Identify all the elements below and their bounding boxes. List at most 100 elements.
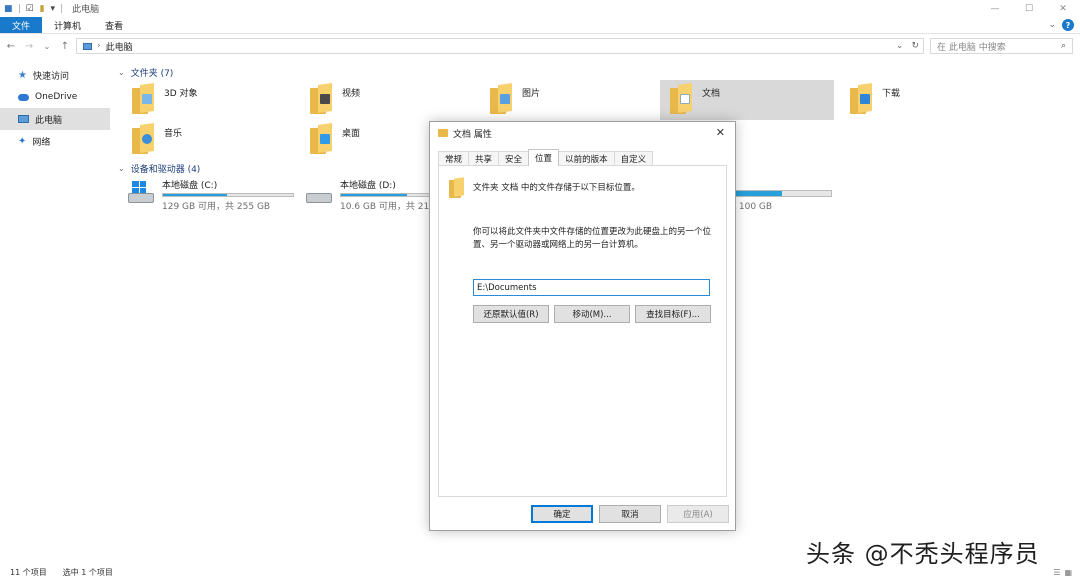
- tab-location[interactable]: 位置: [528, 149, 560, 166]
- drive-c[interactable]: 本地磁盘 (C:) 129 GB 可用，共 255 GB: [120, 178, 300, 212]
- dialog-tabs: 常规 共享 安全 位置 以前的版本 自定义: [438, 149, 654, 166]
- tab-sharing[interactable]: 共享: [468, 151, 500, 166]
- documents-folder-icon: [670, 83, 694, 114]
- window-title: 此电脑: [72, 5, 100, 15]
- folder-3d-objects[interactable]: 3D 对象: [122, 80, 296, 120]
- maximize-button[interactable]: ☐: [1012, 0, 1046, 17]
- tab-file[interactable]: 文件: [0, 17, 43, 33]
- forward-button[interactable]: →: [22, 41, 36, 52]
- expand-ribbon-icon[interactable]: ⌄: [1048, 20, 1056, 30]
- folder-3d-icon: [132, 83, 156, 114]
- address-tail: ⌄ ↻: [896, 41, 919, 51]
- window-controls: — ☐ ✕: [978, 0, 1080, 17]
- target-path-input[interactable]: E:\Documents: [473, 279, 710, 296]
- details-view-icon[interactable]: ☰: [1053, 568, 1060, 577]
- breadcrumb-this-pc[interactable]: 此电脑: [106, 40, 133, 53]
- ribbon-tabs: 文件 计算机 查看 ⌄ ?: [0, 17, 1080, 34]
- downloads-folder-icon: [850, 83, 874, 114]
- selected-count: 选中 1 个项目: [62, 567, 113, 577]
- qat-separator: [18, 4, 20, 13]
- help-icon[interactable]: ?: [1062, 19, 1074, 31]
- windows-drive-icon: [128, 181, 154, 207]
- nav-item-label: OneDrive: [35, 92, 78, 102]
- address-bar[interactable]: › 此电脑 ⌄ ↻: [76, 38, 924, 54]
- video-folder-icon: [310, 83, 334, 114]
- folder-name: 桌面: [342, 129, 361, 139]
- minimize-button[interactable]: —: [978, 0, 1012, 17]
- tab-computer[interactable]: 计算机: [42, 17, 93, 33]
- tab-general[interactable]: 常规: [438, 151, 470, 166]
- dialog-close-button[interactable]: ✕: [716, 126, 725, 139]
- navigation-pane: ★ 快速访问 OneDrive 此电脑 ✦ 网络: [0, 64, 110, 554]
- large-icons-view-icon[interactable]: ▦: [1064, 568, 1072, 577]
- location-description: 你可以将此文件夹中文件存储的位置更改为此硬盘上的另一个位置、另一个驱动器或网络上…: [473, 227, 712, 250]
- drives-group-header[interactable]: ⌄ 设备和驱动器 (4): [118, 162, 200, 175]
- title-bar: ■ ☑ ▮ ▾ 此电脑 — ☐ ✕: [0, 0, 1080, 17]
- pictures-folder-icon: [490, 83, 514, 114]
- back-button[interactable]: ←: [4, 41, 18, 52]
- dialog-title-bar: 文档 属性 ✕: [430, 122, 735, 144]
- drive-free-space: 129 GB 可用，共 255 GB: [162, 202, 271, 212]
- folder-music[interactable]: 音乐: [122, 120, 296, 160]
- ok-button[interactable]: 确定: [531, 505, 593, 523]
- qat-dropdown-icon[interactable]: ▾: [51, 4, 56, 14]
- nav-item-network[interactable]: ✦ 网络: [0, 130, 110, 152]
- nav-item-quick-access[interactable]: ★ 快速访问: [0, 64, 110, 86]
- folders-group-label: 文件夹 (7): [130, 69, 174, 79]
- documents-folder-icon: [449, 177, 465, 198]
- search-placeholder: 在 此电脑 中搜索: [937, 42, 1006, 53]
- recent-locations-button[interactable]: ⌄: [40, 42, 54, 51]
- search-box[interactable]: 在 此电脑 中搜索 ⌕: [930, 38, 1073, 54]
- folder-name: 文档: [702, 89, 721, 99]
- app-icon: ■: [4, 3, 13, 14]
- quick-access-toolbar: ■ ☑ ▮ ▾ 此电脑: [0, 2, 100, 16]
- view-switcher: ☰ ▦: [1053, 568, 1072, 577]
- folder-name: 3D 对象: [164, 89, 198, 99]
- refresh-icon[interactable]: ↻: [911, 41, 919, 51]
- folder-pictures[interactable]: 图片: [480, 80, 654, 120]
- documents-properties-dialog: 文档 属性 ✕ 常规 共享 安全 位置 以前的版本 自定义 文件夹 文档 中的文…: [429, 121, 736, 531]
- desktop-folder-icon: [310, 123, 334, 154]
- nav-item-label: 此电脑: [35, 115, 63, 126]
- location-tab-panel: 文件夹 文档 中的文件存储于以下目标位置。 你可以将此文件夹中文件存储的位置更改…: [438, 165, 727, 497]
- location-header: 文件夹 文档 中的文件存储于以下目标位置。: [449, 177, 640, 198]
- properties-icon[interactable]: ☑: [26, 4, 34, 14]
- drive-usage-fill: [163, 194, 227, 196]
- folder-icon: [438, 129, 448, 137]
- music-folder-icon: [132, 123, 156, 154]
- drive-name: 本地磁盘 (C:): [162, 181, 218, 191]
- tab-security[interactable]: 安全: [498, 151, 530, 166]
- apply-button[interactable]: 应用(A): [667, 505, 729, 523]
- this-pc-icon: [83, 42, 92, 50]
- restore-default-button[interactable]: 还原默认值(R): [473, 305, 549, 323]
- move-button[interactable]: 移动(M)...: [554, 305, 630, 323]
- address-row: ← → ⌄ ↑ › 此电脑 ⌄ ↻ 在 此电脑 中搜索 ⌕: [0, 36, 1080, 56]
- drive-usage-bar: [162, 193, 294, 197]
- collapse-chevron-icon: ⌄: [118, 68, 125, 77]
- ribbon-right: ⌄ ?: [1048, 19, 1074, 31]
- folder-documents[interactable]: 文档: [660, 80, 834, 120]
- find-target-button[interactable]: 查找目标(F)...: [635, 305, 711, 323]
- folder-name: 下载: [882, 89, 901, 99]
- star-icon: ★: [18, 69, 27, 81]
- nav-item-onedrive[interactable]: OneDrive: [0, 86, 110, 108]
- close-window-button[interactable]: ✕: [1046, 0, 1080, 17]
- folder-name: 图片: [522, 89, 541, 99]
- folders-group-header[interactable]: ⌄ 文件夹 (7): [118, 66, 173, 79]
- dialog-title: 文档 属性: [453, 129, 492, 140]
- collapse-chevron-icon: ⌄: [118, 164, 125, 173]
- search-icon[interactable]: ⌕: [1061, 41, 1066, 51]
- tab-previous-versions[interactable]: 以前的版本: [558, 151, 615, 166]
- tab-view[interactable]: 查看: [93, 17, 135, 33]
- tab-customize[interactable]: 自定义: [613, 151, 654, 166]
- folder-downloads[interactable]: 下载: [840, 80, 1014, 120]
- breadcrumb-separator-icon: ›: [97, 41, 101, 51]
- nav-item-this-pc[interactable]: 此电脑: [0, 108, 110, 130]
- drive-usage-fill: [341, 194, 408, 196]
- address-history-icon[interactable]: ⌄: [896, 41, 904, 51]
- folder-videos[interactable]: 视频: [300, 80, 474, 120]
- cancel-button[interactable]: 取消: [599, 505, 661, 523]
- drives-group-label: 设备和驱动器 (4): [130, 165, 201, 175]
- up-button[interactable]: ↑: [58, 41, 72, 52]
- new-folder-icon[interactable]: ▮: [40, 4, 45, 14]
